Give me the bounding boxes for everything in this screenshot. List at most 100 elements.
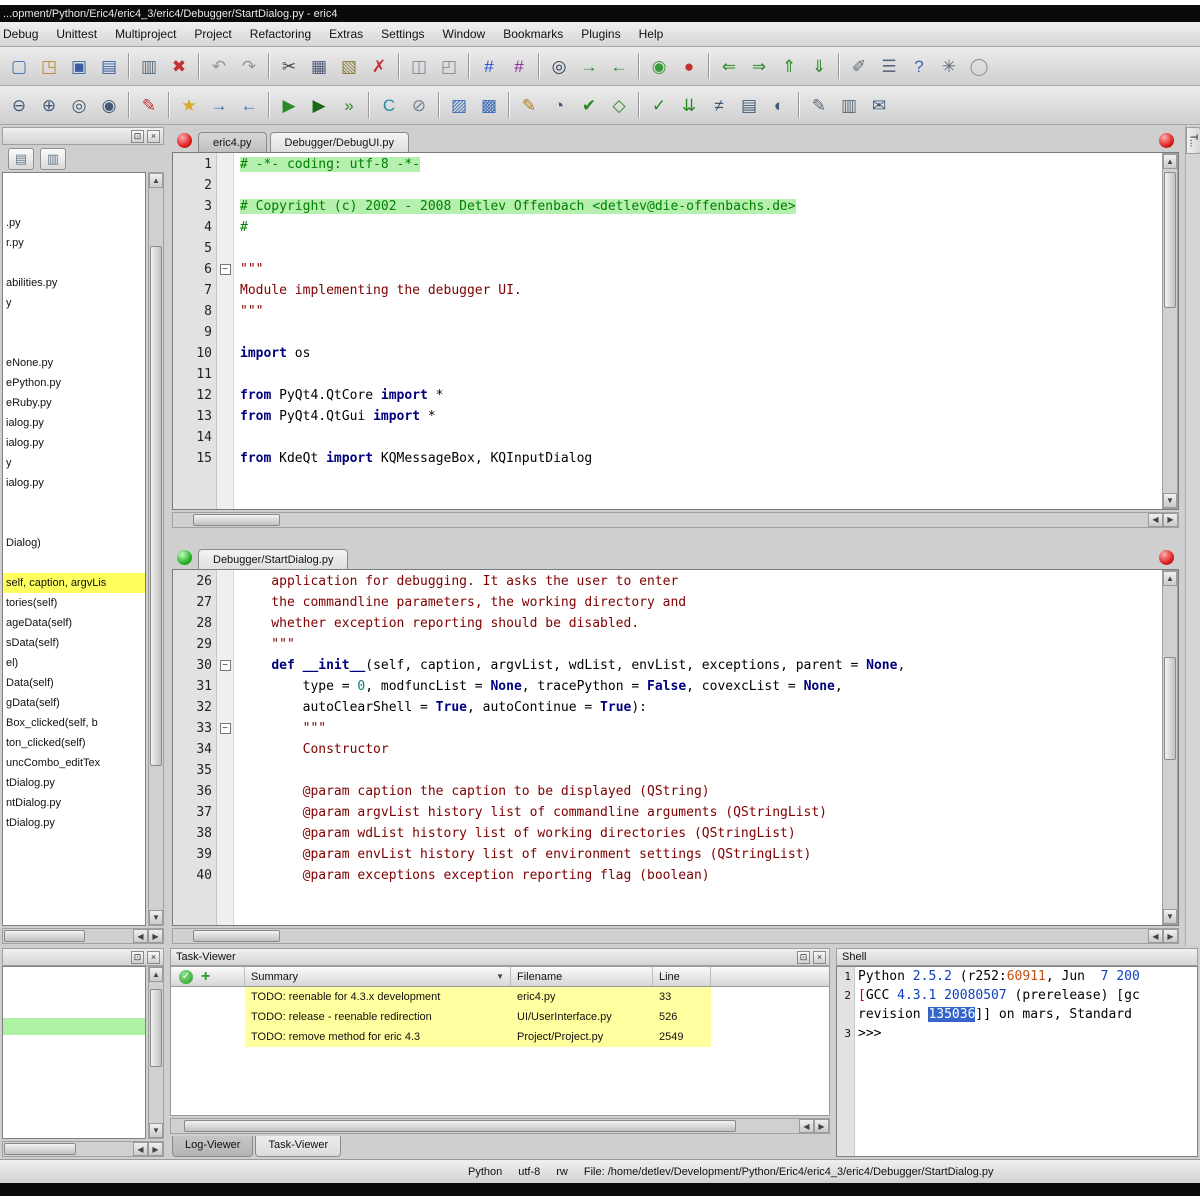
task-marker-button[interactable]: ◉: [645, 52, 673, 80]
spell-check-button[interactable]: ✐: [845, 52, 873, 80]
close-panel-button[interactable]: ×: [147, 951, 160, 964]
save-file-button[interactable]: ▣: [65, 52, 93, 80]
scrollbar-track[interactable]: [173, 929, 1148, 943]
scroll-left-button[interactable]: ◀: [799, 1119, 814, 1133]
file-list-item[interactable]: eNone.py: [3, 353, 145, 373]
autocomplete-button[interactable]: ▨: [445, 91, 473, 119]
line-number[interactable]: 27: [173, 592, 212, 613]
file-list-item[interactable]: gData(self): [3, 693, 145, 713]
goto-line-button[interactable]: #: [475, 52, 503, 80]
column-header-filename[interactable]: Filename: [511, 967, 653, 986]
float-panel-button[interactable]: ⊡: [131, 130, 144, 143]
task-row[interactable]: TODO: reenable for 4.3.x developmenteric…: [171, 987, 829, 1007]
code-line[interactable]: from PyQt4.QtGui import *: [240, 406, 1160, 427]
close-panel-button[interactable]: ×: [147, 130, 160, 143]
float-panel-button[interactable]: ⊡: [131, 951, 144, 964]
profile-button[interactable]: ◔: [545, 91, 573, 119]
close-view-button[interactable]: ◰: [435, 52, 463, 80]
fold-collapse-marker[interactable]: −: [220, 264, 231, 275]
editor-vertical-scrollbar[interactable]: ▲ ▼: [1162, 153, 1178, 509]
code-line[interactable]: """: [240, 634, 1160, 655]
menu-bookmarks[interactable]: Bookmarks: [494, 24, 572, 44]
vcs-commit-button[interactable]: ✓: [645, 91, 673, 119]
scrollbar-track[interactable]: [149, 982, 163, 1123]
code-line[interactable]: Constructor: [240, 739, 1160, 760]
code-line[interactable]: from PyQt4.QtCore import *: [240, 385, 1160, 406]
vcs-status-button[interactable]: ◐: [765, 91, 793, 119]
title-bar[interactable]: ...opment/Python/Eric4/eric4_3/eric4/Deb…: [0, 5, 1200, 22]
line-number[interactable]: 2: [173, 175, 212, 196]
code-line[interactable]: Module implementing the debugger UI.: [240, 280, 1160, 301]
scrollbar-thumb[interactable]: [4, 1143, 76, 1155]
scroll-left-button[interactable]: ◀: [133, 1142, 148, 1156]
close-panel-button[interactable]: ×: [813, 951, 826, 964]
scrollbar-thumb[interactable]: [1164, 172, 1176, 308]
code-line[interactable]: #: [240, 217, 1160, 238]
code-line[interactable]: @param argvList history list of commandl…: [240, 802, 1160, 823]
scroll-left-button[interactable]: ◀: [1148, 513, 1163, 527]
highlight-pen-button[interactable]: ✎: [135, 91, 163, 119]
tab-log-viewer[interactable]: Log-Viewer: [172, 1136, 253, 1157]
scroll-right-button[interactable]: ▶: [814, 1119, 829, 1133]
zoom-out-button[interactable]: ⊖: [5, 91, 33, 119]
file-list-item[interactable]: eRuby.py: [3, 393, 145, 413]
code-line[interactable]: [240, 364, 1160, 385]
shell-console[interactable]: 123 Python 2.5.2 (r252:60911, Jun 7 200[…: [836, 966, 1198, 1157]
menu-extras[interactable]: Extras: [320, 24, 372, 44]
zoom-reset-button[interactable]: ◎: [65, 91, 93, 119]
code-area[interactable]: # -*- coding: utf-8 -*-# Copyright (c) 2…: [234, 153, 1160, 509]
check-syntax-button[interactable]: ✔: [575, 91, 603, 119]
goto-brace-button[interactable]: #: [505, 52, 533, 80]
cut-button[interactable]: ✂: [275, 52, 303, 80]
code-line[interactable]: [240, 175, 1160, 196]
pretty-print-button[interactable]: ✎: [515, 91, 543, 119]
line-number[interactable]: 36: [173, 781, 212, 802]
file-list-item[interactable]: ialog.py: [3, 473, 145, 493]
code-line[interactable]: def __init__(self, caption, argvList, wd…: [240, 655, 1160, 676]
horizontal-scrollbar[interactable]: ◀ ▶: [2, 1141, 164, 1157]
calltips-button[interactable]: ▩: [475, 91, 503, 119]
print-file-button[interactable]: ▥: [135, 52, 163, 80]
sidebar-vertical-scrollbar[interactable]: ▲ ▼: [148, 172, 164, 926]
template-viewer-tab[interactable]: T...: [1186, 127, 1200, 154]
file-list-item[interactable]: r.py: [3, 233, 145, 253]
code-line[interactable]: @param exceptions exception reporting fl…: [240, 865, 1160, 886]
code-line[interactable]: """: [240, 259, 1160, 280]
file-list-item[interactable]: ntDialog.py: [3, 793, 145, 813]
code-line[interactable]: import os: [240, 343, 1160, 364]
scrollbar-thumb[interactable]: [150, 989, 162, 1067]
line-number[interactable]: 15: [173, 448, 212, 469]
open-file-button[interactable]: ◳: [35, 52, 63, 80]
bookmark-down-button[interactable]: ⇓: [805, 52, 833, 80]
file-list-item[interactable]: Dialog): [3, 533, 145, 553]
line-number[interactable]: 12: [173, 385, 212, 406]
undo-button[interactable]: ↶: [205, 52, 233, 80]
file-list-item[interactable]: self, caption, argvLis: [3, 573, 145, 593]
scroll-left-button[interactable]: ◀: [1148, 929, 1163, 943]
code-line[interactable]: """: [240, 301, 1160, 322]
refresh-button[interactable]: C: [375, 91, 403, 119]
code-line[interactable]: [240, 427, 1160, 448]
file-list-item[interactable]: tories(self): [3, 593, 145, 613]
code-line[interactable]: [240, 760, 1160, 781]
file-list-item[interactable]: Box_clicked(self, b: [3, 713, 145, 733]
scroll-right-button[interactable]: ▶: [148, 1142, 163, 1156]
line-number[interactable]: 8: [173, 301, 212, 322]
scrollbar-thumb[interactable]: [193, 930, 281, 942]
file-list-item[interactable]: Data(self): [3, 673, 145, 693]
search-button[interactable]: ◎: [545, 52, 573, 80]
code-line[interactable]: autoClearShell = True, autoContinue = Tr…: [240, 697, 1160, 718]
new-view-button[interactable]: ◫: [405, 52, 433, 80]
line-number[interactable]: 9: [173, 322, 212, 343]
scrollbar-track[interactable]: [3, 929, 133, 943]
scrollbar-thumb[interactable]: [150, 246, 162, 766]
editor-horizontal-scrollbar[interactable]: ◀ ▶: [172, 512, 1179, 528]
scroll-up-button[interactable]: ▲: [149, 967, 163, 982]
code-line[interactable]: """: [240, 718, 1160, 739]
menu-window[interactable]: Window: [434, 24, 495, 44]
line-number[interactable]: 1: [173, 154, 212, 175]
line-number[interactable]: 6: [173, 259, 212, 280]
float-panel-button[interactable]: ⊡: [797, 951, 810, 964]
close-editor-button[interactable]: [1159, 133, 1174, 148]
mail-button[interactable]: ✉: [865, 91, 893, 119]
